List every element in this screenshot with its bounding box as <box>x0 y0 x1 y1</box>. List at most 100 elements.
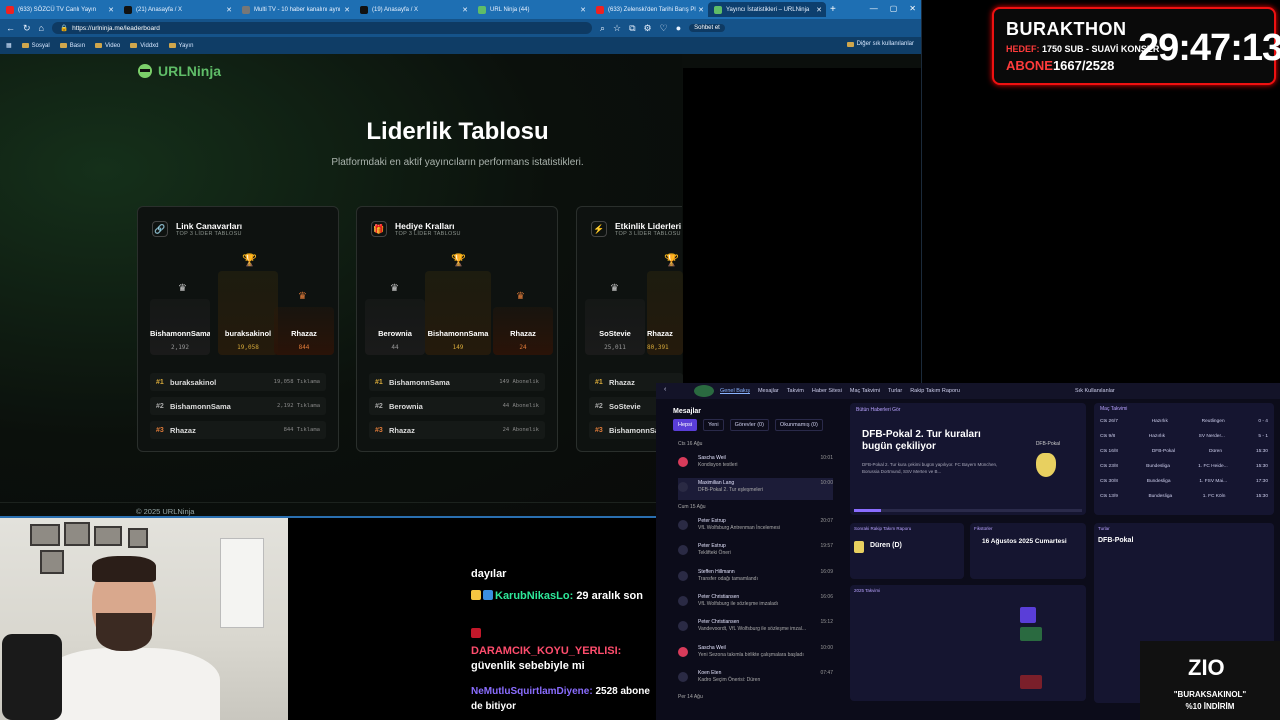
close-window-icon[interactable]: ✕ <box>909 4 916 13</box>
star-icon[interactable]: ☆ <box>613 23 621 34</box>
address-bar[interactable]: 🔒 https://urlninja.me/leaderboard <box>51 22 592 34</box>
close-icon[interactable]: ✕ <box>462 6 468 14</box>
browser-tab[interactable]: (633) SÖZCÜ TV Canlı Yayın ✕ <box>0 2 118 17</box>
opponent-report-panel[interactable]: Sonraki Rakip Takım Raporu Düren (D) <box>850 523 964 579</box>
close-icon[interactable]: ✕ <box>698 6 704 14</box>
date-divider: Cts 16 Ağu <box>678 441 703 447</box>
nav-item[interactable]: Haber Sitesi <box>812 388 842 394</box>
nav-item[interactable]: Maç Takvimi <box>850 388 880 394</box>
msg-tab[interactable]: Hepsi <box>673 419 698 431</box>
calendar-match-home[interactable] <box>1020 627 1042 641</box>
news-panel[interactable]: Bütün Haberleri Gör DFB-Pokal 2. Tur kur… <box>850 403 1086 515</box>
new-tab-button[interactable]: + <box>830 4 836 15</box>
minimize-icon[interactable]: — <box>870 4 878 13</box>
chat-message: 29 aralık son <box>576 590 643 602</box>
message-item[interactable]: Peter Christiansen Vandevoordt, VfL Wolfs… <box>678 617 833 639</box>
message-item[interactable]: Sascha Weil Yeni Sezona takımla birlikte … <box>678 643 833 665</box>
match-row[interactable]: Cts 26/7 Hazırlık Reutlingen 0 - 4 <box>1100 419 1268 430</box>
leaderboard-row[interactable]: #1 buraksakinol 19,058 Tıklama <box>150 373 326 391</box>
favorites-icon[interactable]: ♡ <box>660 23 668 34</box>
x-logo-icon <box>360 5 368 14</box>
message-item[interactable]: Maximilian Lang DFB-Pokal 2. Tur eşleşmel… <box>678 478 833 500</box>
message-item[interactable]: Peter Estrup Teklifteki Öneri 19:57 <box>678 541 833 563</box>
match-row[interactable]: Cts 23/8 Bundesliga 1. FC Heide... 15:30 <box>1100 464 1268 475</box>
message-subject: Transfer odağı tamamlandı <box>698 576 758 582</box>
calendar-today[interactable] <box>1020 607 1036 623</box>
nav-item[interactable]: Rakip Takım Raporu <box>910 388 960 394</box>
back-arrow-icon[interactable]: ‹ <box>664 386 666 393</box>
fixtures-panel[interactable]: Fikstürler 16 Ağustos 2025 Cumartesi <box>970 523 1086 579</box>
nav-item[interactable]: Mesajlar <box>758 388 779 394</box>
msg-tab[interactable]: Okunmamış (0) <box>774 419 823 431</box>
browser-tab[interactable]: Multi TV - 10 haber kanalını aynı ✕ <box>236 2 354 17</box>
extensions-icon[interactable]: ⧉ <box>629 23 635 34</box>
avatar[interactable]: ● <box>676 23 681 33</box>
badge-icon <box>483 590 493 600</box>
message-item[interactable]: Sascha Weil Kondisyon testleri 10:01 <box>678 453 833 475</box>
close-icon[interactable]: ✕ <box>816 6 822 14</box>
bookmark-folder[interactable]: Basın <box>59 43 85 49</box>
home-icon[interactable]: ⌂ <box>39 23 44 33</box>
leaderboard-row[interactable]: #1 BishamonnSama 149 Abonelik <box>369 373 545 391</box>
browser-tab[interactable]: (19) Anasayfa / X ✕ <box>354 2 472 17</box>
bookmark-folder[interactable]: Yayın <box>168 43 193 49</box>
close-icon[interactable]: ✕ <box>344 6 350 14</box>
close-icon[interactable]: ✕ <box>580 6 586 14</box>
match-row[interactable]: Cts 16/8 DFB-Pokal Düren 15:30 <box>1100 449 1268 460</box>
message-icon <box>678 571 688 581</box>
match-row[interactable]: Cts 30/8 Bundesliga 1. FSV Mai... 17:30 <box>1100 479 1268 490</box>
browser-tab[interactable]: (633) Zelenski'den Tarihi Barış Pl ✕ <box>590 2 708 17</box>
bookmark-folder[interactable]: Viddxd <box>130 43 159 49</box>
chat-username[interactable]: KarubNikasLo: <box>495 590 573 602</box>
club-crest-icon <box>694 385 714 397</box>
subs-label: ABONE <box>1006 58 1053 73</box>
back-icon[interactable]: ← <box>6 23 15 33</box>
leaderboard-row[interactable]: #3 Rhazaz 24 Abonelik <box>369 421 545 439</box>
apps-icon[interactable]: ▦ <box>6 42 12 49</box>
nav-item[interactable]: Turlar <box>888 388 902 394</box>
message-item[interactable]: Koen Eten Kadro Seçim Önerisi: Düren 07:47 <box>678 668 833 690</box>
bookmark-folder[interactable]: Sosyal <box>21 43 50 49</box>
browser-tab[interactable]: URL Ninja (44) ✕ <box>472 2 590 17</box>
match-row[interactable]: Cts 13/9 Bundesliga 1. FC Köln 15:30 <box>1100 494 1268 505</box>
leaderboard-row[interactable]: #3 Rhazaz 844 Tıklama <box>150 421 326 439</box>
podium-value: 149 <box>452 344 464 351</box>
favorites-menu[interactable]: Sık Kullanılanlar <box>1075 388 1115 394</box>
close-icon[interactable]: ✕ <box>226 6 232 14</box>
cup-trophy-icon <box>1036 453 1056 477</box>
calendar-match-away[interactable] <box>1020 675 1042 689</box>
panel-title: Turlar <box>1098 526 1110 531</box>
tab-label: Yayıncı İstatistikleri – URLNinja <box>726 6 810 13</box>
maximize-icon[interactable]: ▢ <box>890 4 898 13</box>
leaderboard-row[interactable]: #2 BishamonnSama 2,192 Tıklama <box>150 397 326 415</box>
nav-item[interactable]: Genel Bakış <box>720 388 750 394</box>
message-subject: Kadro Seçim Önerisi: Düren <box>698 677 761 683</box>
browser-tab[interactable]: (21) Anasayfa / X ✕ <box>118 2 236 17</box>
match-row[interactable]: Cts 9/8 Hazırlık SV Nerder... 5 - 1 <box>1100 434 1268 445</box>
message-item[interactable]: Peter Estrup VfL Wolfsburg Antrenman İnce… <box>678 516 833 538</box>
search-icon[interactable]: ⌕ <box>600 23 605 34</box>
copilot-chat-button[interactable]: Sohbet et <box>689 24 725 32</box>
chat-username[interactable]: DARAMCIK_KOYU_YERLISI: <box>471 645 621 657</box>
message-item[interactable]: Peter Christiansen VfL Wolfsburg ile sözl… <box>678 592 833 614</box>
msg-tab[interactable]: Görevler (0) <box>729 419 769 431</box>
leaderboard-row[interactable]: #2 Berownia 44 Abonelik <box>369 397 545 415</box>
silver-trophy-icon: ♛ <box>178 283 187 294</box>
calendar-panel[interactable]: 2025 Takvimi <box>850 585 1086 701</box>
msg-tab[interactable]: Yeni <box>703 419 724 431</box>
reload-icon[interactable]: ↻ <box>23 23 31 34</box>
message-sender: Peter Christiansen <box>698 594 740 600</box>
browser-tab-active[interactable]: Yayıncı İstatistikleri – URLNinja ✕ <box>708 2 826 17</box>
site-logo[interactable]: URLNinja <box>138 63 221 79</box>
close-icon[interactable]: ✕ <box>108 6 114 14</box>
settings-icon[interactable]: ⚙ <box>644 23 652 34</box>
bookmark-folder[interactable]: Video <box>95 43 120 49</box>
nav-item[interactable]: Takvim <box>787 388 804 394</box>
message-time: 20:07 <box>820 518 833 524</box>
news-link[interactable]: Bütün Haberleri Gör <box>856 407 900 413</box>
message-item[interactable]: Steffen Hillmann Transfer odağı tamamland… <box>678 567 833 589</box>
lightning-icon: ⚡ <box>591 221 607 237</box>
other-favorites[interactable]: Diğer sık kullanılanlar <box>846 41 914 47</box>
chat-username[interactable]: NeMutluSquirtlamDiyene: <box>471 686 593 697</box>
row-value: 19,058 Tıklama <box>273 379 320 385</box>
